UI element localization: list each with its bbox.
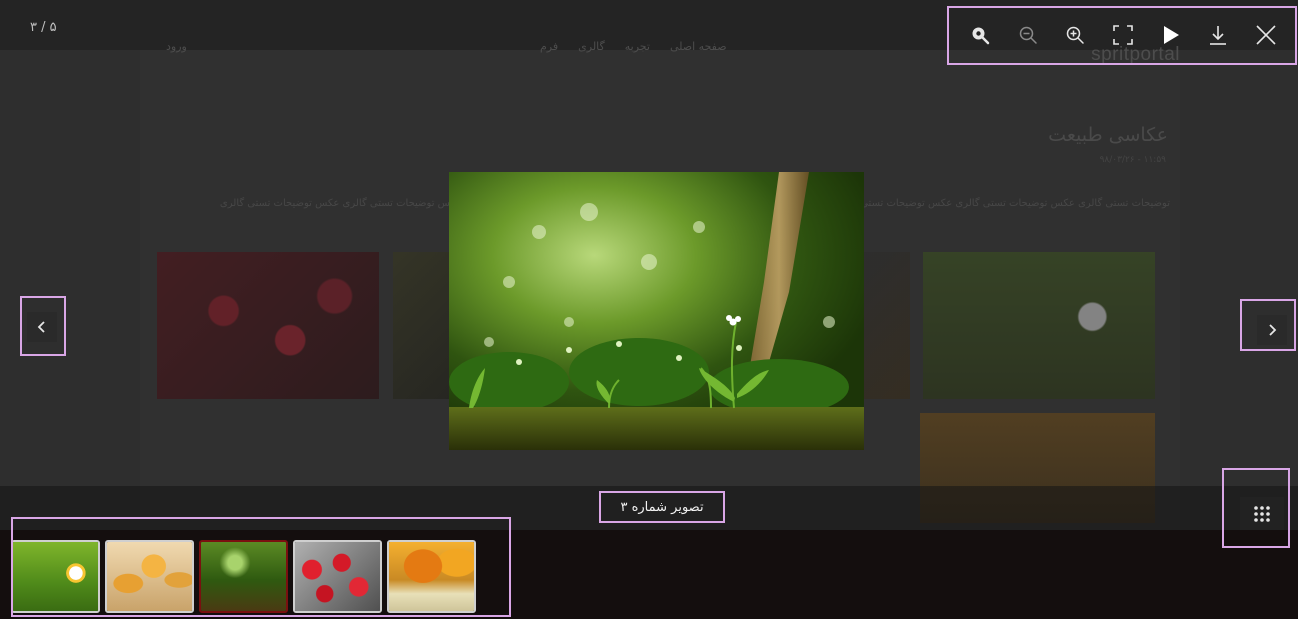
background-login-link: ورود	[166, 40, 187, 53]
grid-icon	[1254, 506, 1270, 522]
zoom-in-icon[interactable]	[1060, 20, 1090, 50]
image-counter: ۳ / ۵	[30, 20, 57, 35]
fullscreen-icon[interactable]	[1108, 20, 1138, 50]
image-caption: تصویر شماره ۳	[620, 499, 704, 515]
zoom-out-icon[interactable]	[1013, 20, 1043, 50]
actual-size-icon[interactable]	[965, 20, 995, 50]
background-gallery-image	[393, 252, 453, 399]
thumbnail-autumn-tree[interactable]	[387, 540, 476, 613]
thumbnail-daisy[interactable]	[11, 540, 100, 613]
background-nav: صفحه اصلی تجربه گالری فرم	[540, 40, 727, 53]
background-gallery-image	[157, 252, 379, 399]
thumbnail-list	[11, 540, 476, 613]
previous-image-button[interactable]	[27, 312, 57, 342]
background-nav-item: تجربه	[624, 40, 650, 53]
lightbox-toolbar	[948, 6, 1298, 64]
thumbnail-tulips[interactable]	[105, 540, 194, 613]
background-gallery-image	[923, 252, 1155, 399]
background-date: ۱۱:۵۹ - ۹۸/۰۳/۲۶	[1099, 155, 1166, 165]
download-icon[interactable]	[1203, 20, 1233, 50]
chevron-right-icon	[1269, 324, 1277, 336]
play-icon[interactable]	[1156, 20, 1186, 50]
background-page-title: عکاسی طبیعت	[1048, 124, 1168, 146]
close-icon[interactable]	[1251, 20, 1281, 50]
main-image[interactable]	[449, 172, 864, 450]
background-nav-item: صفحه اصلی	[669, 40, 727, 53]
thumbnail-grid-toggle[interactable]	[1240, 497, 1284, 531]
background-nav-item: گالری	[578, 40, 605, 53]
background-nav-item: فرم	[540, 40, 559, 53]
thumbnail-red-flowers[interactable]	[293, 540, 382, 613]
chevron-left-icon	[37, 321, 45, 333]
next-image-button[interactable]	[1257, 315, 1287, 345]
thumbnail-forest-floor-active[interactable]	[199, 540, 288, 613]
background-gallery-image	[864, 252, 910, 399]
